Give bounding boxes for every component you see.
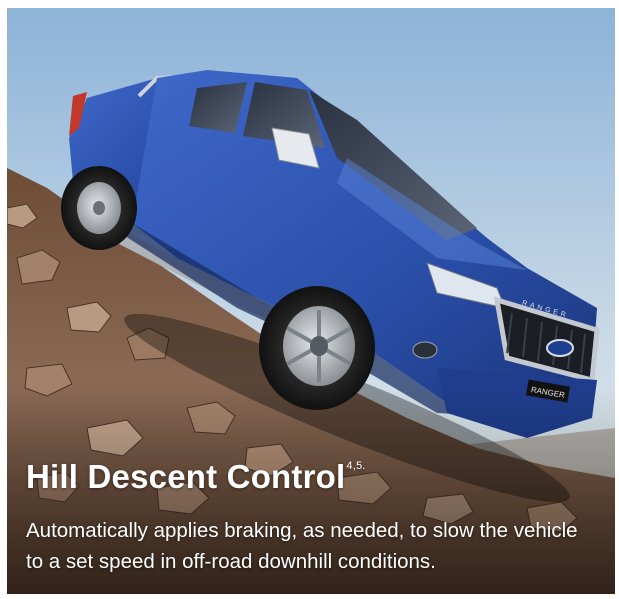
feature-description: Automatically applies braking, as needed… — [26, 519, 578, 573]
feature-caption: Hill Descent Control4,5. Automatically a… — [26, 458, 596, 577]
feature-title: Hill Descent Control4,5. — [26, 458, 596, 504]
hero-image-frame: RANGER RANGER Hill Descen — [7, 8, 615, 594]
footnote-superscript: 4,5. — [346, 460, 366, 472]
rear-wheel — [61, 166, 137, 250]
feature-title-text: Hill Descent Control — [26, 458, 346, 495]
brand-oval-icon — [546, 339, 574, 357]
